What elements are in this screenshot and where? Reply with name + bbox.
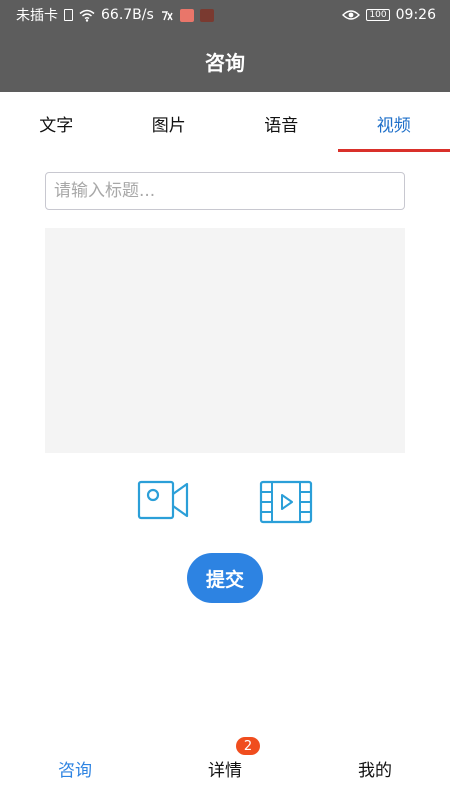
tab-bar: 文字 图片 语音 视频 bbox=[0, 92, 450, 154]
nav-item-details[interactable]: 详情 bbox=[150, 736, 300, 800]
tab-video[interactable]: 视频 bbox=[337, 92, 450, 154]
pick-video-button[interactable] bbox=[259, 480, 315, 526]
nav-item-consult[interactable]: 咨询 bbox=[0, 736, 150, 800]
app-header: 咨询 bbox=[0, 30, 450, 92]
submit-button[interactable]: 提交 bbox=[187, 553, 263, 603]
eye-icon bbox=[342, 10, 361, 20]
clock: 09:26 bbox=[395, 7, 436, 23]
bottom-nav: 咨询 详情 我的 bbox=[0, 736, 450, 800]
game-app-icon bbox=[199, 8, 214, 22]
status-left: 未插卡 66.7B/s bbox=[16, 5, 214, 25]
wifi-icon bbox=[79, 9, 95, 22]
record-video-button[interactable] bbox=[137, 478, 191, 524]
net-speed: 66.7B/s bbox=[101, 7, 154, 23]
status-bar: 未插卡 66.7B/s 100 09:26 bbox=[0, 0, 450, 30]
book-app-icon bbox=[179, 8, 194, 22]
sim-icon bbox=[64, 9, 73, 21]
film-play-icon bbox=[259, 480, 313, 524]
notification-app-icon bbox=[161, 10, 173, 20]
battery-icon: 100 bbox=[366, 9, 390, 21]
tab-image[interactable]: 图片 bbox=[113, 92, 226, 154]
video-camera-icon bbox=[137, 480, 189, 520]
tab-text[interactable]: 文字 bbox=[0, 92, 113, 154]
details-badge: 2 bbox=[236, 737, 260, 755]
tab-voice[interactable]: 语音 bbox=[225, 92, 338, 154]
carrier-text: 未插卡 bbox=[16, 8, 58, 24]
nav-item-mine[interactable]: 我的 bbox=[300, 736, 450, 800]
status-right: 100 09:26 bbox=[342, 7, 436, 23]
video-preview-area bbox=[45, 228, 405, 453]
title-input[interactable] bbox=[45, 172, 405, 210]
page-title: 咨询 bbox=[205, 50, 245, 75]
